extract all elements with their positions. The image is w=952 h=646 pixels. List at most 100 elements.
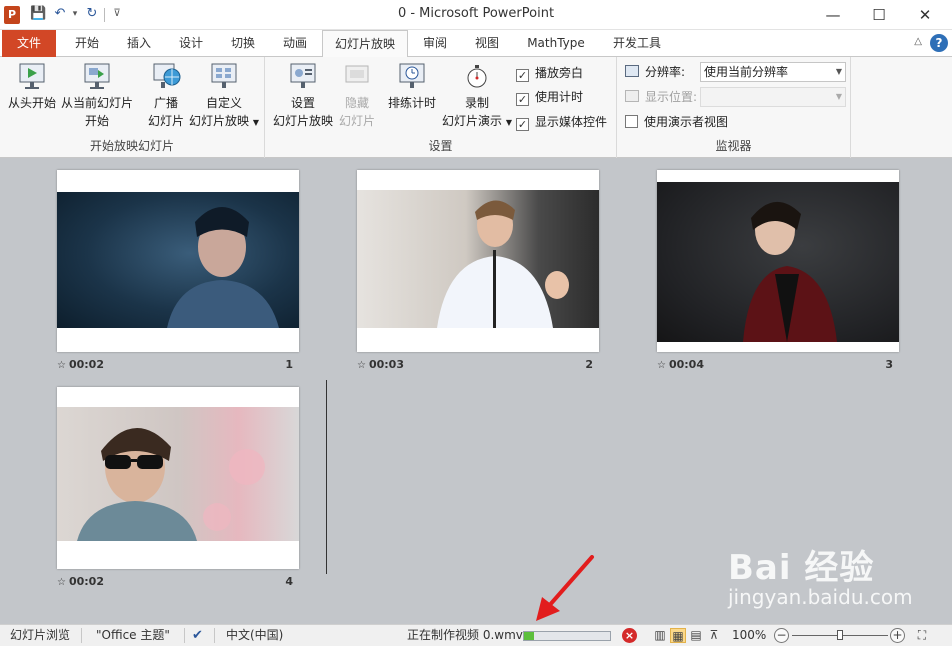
from-current-slide-button[interactable]: 从当前幻灯片 开始	[60, 61, 134, 130]
show-media-controls-checkbox[interactable]: ✓ 显示媒体控件	[516, 113, 607, 131]
checkbox-checked-icon[interactable]: ✓	[516, 118, 529, 131]
use-timings-label: 使用计时	[535, 90, 584, 104]
group-monitors-label: 监视器	[715, 139, 752, 153]
baidu-jingyan-watermark: Bai 经验 jingyan.baidu.com	[728, 540, 928, 610]
show-on-label: 显示位置:	[645, 90, 698, 104]
from-current-label-line1: 从当前幻灯片	[60, 96, 133, 110]
resolution-select[interactable]: 使用当前分辨率 ▼	[700, 62, 846, 82]
play-narrations-checkbox[interactable]: ✓ 播放旁白	[516, 64, 583, 82]
group-start-label: 开始放映幻灯片	[89, 139, 174, 153]
transition-star-icon[interactable]: ☆	[357, 360, 366, 371]
zoom-slider[interactable]	[792, 630, 888, 640]
slide-info-1: ☆ 00:02 1	[57, 358, 299, 374]
ribbon: 从头开始 从当前幻灯片 开始 广播 幻灯片 自定义 幻灯片放映 ▼ 开始放映幻灯…	[0, 57, 952, 158]
broadcast-slideshow-button[interactable]: 广播 幻灯片	[144, 61, 188, 130]
cancel-task-icon[interactable]: ×	[622, 628, 637, 643]
from-beginning-button[interactable]: 从头开始	[6, 61, 58, 112]
show-on-label-row: 显示位置:	[625, 86, 697, 108]
tab-home[interactable]: 开始	[64, 30, 110, 57]
custom-label-line2: 幻灯片放映 ▼	[188, 112, 260, 132]
slide-sorter-view-icon[interactable]: ▦	[670, 628, 686, 643]
slide-number: 1	[285, 358, 293, 371]
from-beginning-label: 从头开始	[7, 96, 56, 110]
slide-photo-2	[357, 190, 599, 328]
tab-mathtype[interactable]: MathType	[516, 30, 596, 57]
slide-photo-3	[657, 182, 899, 342]
tab-insert[interactable]: 插入	[116, 30, 162, 57]
checkbox-checked-icon[interactable]: ✓	[516, 69, 529, 82]
slide-thumbnail-4[interactable]	[57, 387, 299, 569]
tab-slide-show[interactable]: 幻灯片放映	[322, 30, 408, 58]
transition-star-icon[interactable]: ☆	[657, 360, 666, 371]
status-separator	[81, 628, 82, 643]
spell-check-icon[interactable]: ✔	[192, 625, 203, 646]
resolution-label-row: 分辨率:	[625, 61, 685, 83]
help-icon[interactable]: ?	[930, 34, 948, 52]
task-status-text: 正在制作视频 0.wmv	[407, 628, 523, 642]
theme-status[interactable]: "Office 主题"	[96, 625, 170, 646]
record-stopwatch-icon	[462, 61, 492, 91]
dropdown-arrow-icon[interactable]: ▼	[253, 118, 259, 127]
show-on-select[interactable]: ▼	[700, 87, 846, 107]
chevron-down-icon: ▼	[835, 67, 842, 76]
play-from-start-icon	[17, 61, 47, 91]
slide-thumbnail-2[interactable]	[357, 170, 599, 352]
status-separator	[214, 628, 215, 643]
fit-to-window-icon[interactable]: ⛶	[914, 628, 930, 643]
slide-info-3: ☆ 00:04 3	[657, 358, 899, 374]
reading-view-icon[interactable]: ▤	[688, 628, 704, 643]
rehearse-timings-button[interactable]: 排练计时	[383, 61, 441, 112]
tab-animations[interactable]: 动画	[272, 30, 318, 57]
dropdown-arrow-icon[interactable]: ▼	[506, 118, 512, 127]
zoom-level[interactable]: 100%	[732, 625, 766, 646]
close-button[interactable]: ✕	[902, 0, 948, 30]
red-arrow-annotation-icon	[536, 555, 594, 621]
group-start-slideshow: 从头开始 从当前幻灯片 开始 广播 幻灯片 自定义 幻灯片放映 ▼ 开始放映幻灯…	[0, 57, 265, 158]
status-bar: 幻灯片浏览 "Office 主题" ✔ 中文(中国) 正在制作视频 0.wmv …	[0, 624, 952, 646]
zoom-slider-thumb[interactable]	[837, 630, 843, 640]
setup-label-line1: 设置	[290, 96, 315, 110]
collapse-ribbon-icon[interactable]: △	[914, 36, 922, 47]
show-media-controls-label: 显示媒体控件	[535, 115, 608, 129]
language-status[interactable]: 中文(中国)	[226, 625, 283, 646]
view-name-status[interactable]: 幻灯片浏览	[10, 625, 70, 646]
record-label-line2: 幻灯片演示 ▼	[441, 112, 513, 132]
custom-label-line1: 自定义	[205, 96, 242, 110]
custom-slideshow-icon	[209, 61, 239, 91]
tab-design[interactable]: 设计	[168, 30, 214, 57]
presenter-view-checkbox[interactable]: 使用演示者视图	[625, 113, 728, 131]
hide-label-line2: 幻灯片	[338, 114, 375, 128]
slide-timing: 00:02	[68, 358, 104, 371]
tab-transitions[interactable]: 切换	[220, 30, 266, 57]
minimize-button[interactable]: —	[810, 0, 856, 30]
transition-star-icon[interactable]: ☆	[57, 360, 66, 371]
zoom-out-button[interactable]: −	[774, 628, 789, 643]
slide-thumbnail-3[interactable]	[657, 170, 899, 352]
slide-info-2: ☆ 00:03 2	[357, 358, 599, 374]
ribbon-tabs: 文件 开始 插入 设计 切换 动画 幻灯片放映 审阅 视图 MathType 开…	[0, 30, 952, 58]
group-monitors: 分辨率: 使用当前分辨率 ▼ 显示位置: ▼ 使用演示者视图 监视器	[617, 57, 851, 158]
use-timings-checkbox[interactable]: ✓ 使用计时	[516, 88, 583, 106]
hide-slide-button[interactable]: 隐藏 幻灯片	[335, 61, 379, 130]
checkbox-unchecked-icon[interactable]	[625, 115, 638, 128]
custom-slideshow-button[interactable]: 自定义 幻灯片放映 ▼	[188, 61, 260, 132]
status-separator	[184, 628, 185, 643]
transition-star-icon[interactable]: ☆	[57, 577, 66, 588]
slide-show-view-icon[interactable]: ⊼	[706, 628, 722, 643]
slide-thumbnail-1[interactable]	[57, 170, 299, 352]
maximize-button[interactable]: ☐	[856, 0, 902, 30]
tab-view[interactable]: 视图	[464, 30, 510, 57]
video-progress-bar	[523, 631, 611, 641]
checkbox-checked-icon[interactable]: ✓	[516, 93, 529, 106]
custom-label-text: 幻灯片放映	[189, 114, 250, 128]
tab-developer[interactable]: 开发工具	[604, 30, 670, 57]
setup-slideshow-button[interactable]: 设置 幻灯片放映	[271, 61, 335, 130]
rehearse-label: 排练计时	[387, 96, 436, 110]
record-slideshow-button[interactable]: 录制 幻灯片演示 ▼	[441, 61, 513, 132]
setup-slideshow-icon	[288, 61, 318, 91]
tab-file[interactable]: 文件	[2, 30, 56, 57]
normal-view-icon[interactable]: ▥	[652, 628, 668, 643]
play-narrations-label: 播放旁白	[535, 66, 584, 80]
tab-review[interactable]: 审阅	[412, 30, 458, 57]
zoom-in-button[interactable]: +	[890, 628, 905, 643]
